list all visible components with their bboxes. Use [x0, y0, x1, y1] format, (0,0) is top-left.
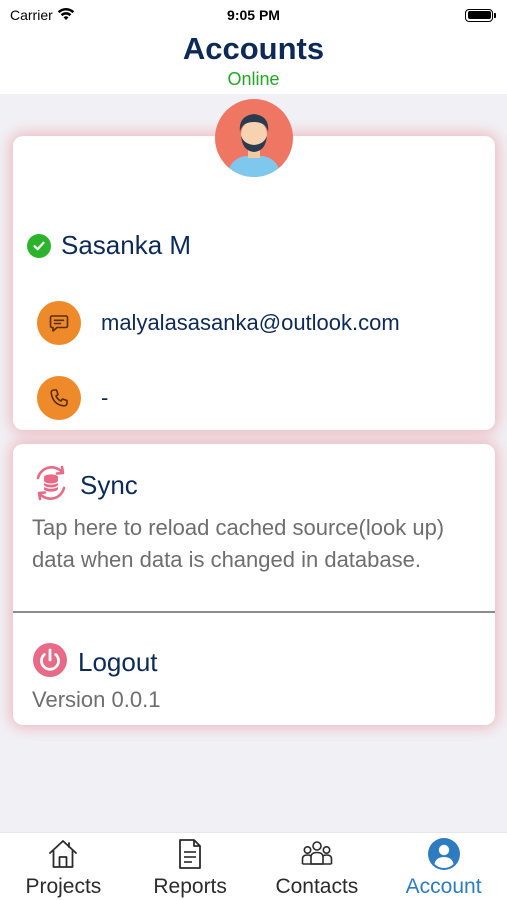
power-icon: [32, 642, 68, 683]
tab-label: Account: [405, 875, 482, 898]
email-value: malyalasasanka@outlook.com: [101, 310, 400, 335]
sync-header: Sync: [32, 464, 138, 507]
tab-reports[interactable]: Reports: [127, 833, 254, 900]
email-row[interactable]: malyalasasanka@outlook.com: [37, 301, 400, 345]
tab-account[interactable]: Account: [380, 833, 507, 900]
tab-label: Projects: [25, 875, 102, 898]
profile-card: Sasanka M malyalasasanka@outlook.com -: [13, 136, 495, 430]
logout-button[interactable]: Logout Version 0.0.1: [13, 612, 495, 725]
sync-description: Tap here to reload cached source(look up…: [32, 515, 445, 572]
status-bar: Carrier 9:05 PM: [0, 0, 507, 30]
message-icon: [37, 301, 81, 345]
phone-value: -: [101, 385, 109, 410]
status-left: Carrier: [10, 7, 75, 24]
tab-contacts[interactable]: Contacts: [254, 833, 381, 900]
logout-header: Logout: [32, 642, 158, 683]
tab-label: Reports: [153, 875, 227, 898]
phone-row[interactable]: -: [37, 376, 108, 420]
tab-projects[interactable]: Projects: [0, 833, 127, 900]
avatar: [215, 99, 293, 177]
phone-icon: [37, 376, 81, 420]
tab-bar: Projects Reports Contacts Account: [0, 832, 507, 900]
document-icon: [173, 837, 207, 871]
actions-card: Sync Tap here to reload cached source(lo…: [13, 444, 495, 725]
sync-database-icon: [32, 464, 70, 507]
status-time: 9:05 PM: [227, 7, 280, 23]
sync-button[interactable]: Sync Tap here to reload cached source(lo…: [13, 444, 495, 612]
version-label: Version 0.0.1: [32, 687, 161, 712]
tab-label: Contacts: [275, 875, 359, 898]
wifi-icon: [57, 7, 75, 24]
account-icon: [427, 837, 461, 871]
verified-check-icon: [27, 233, 51, 258]
sync-title: Sync: [80, 470, 138, 500]
name-row: Sasanka M: [27, 230, 191, 261]
group-icon: [300, 837, 334, 871]
logout-title: Logout: [78, 647, 158, 677]
home-icon: [46, 837, 80, 871]
online-status: Online: [227, 69, 280, 89]
battery-icon: [465, 8, 496, 22]
page-title: Accounts: [182, 31, 325, 66]
header: Accounts Online: [0, 30, 507, 94]
carrier-label: Carrier: [10, 7, 53, 23]
user-name: Sasanka M: [61, 230, 192, 260]
